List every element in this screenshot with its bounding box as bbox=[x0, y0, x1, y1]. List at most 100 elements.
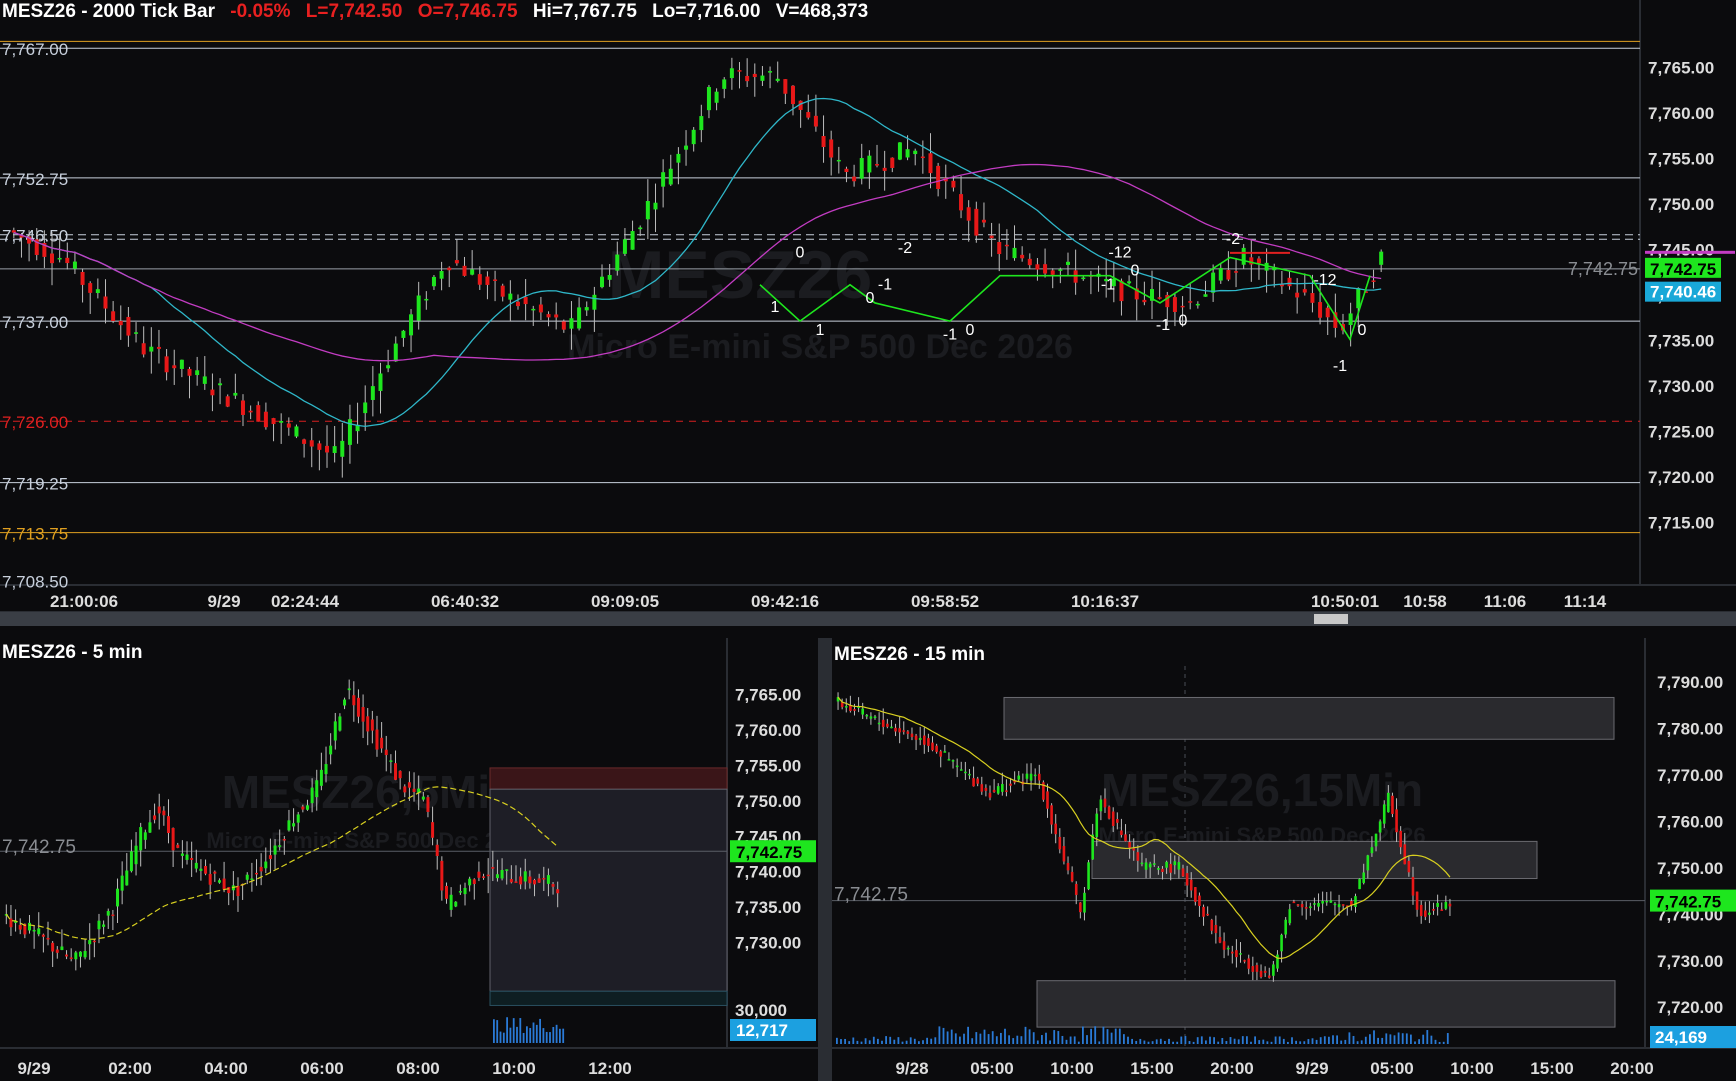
volume-bar bbox=[836, 1037, 838, 1044]
volume-bar bbox=[1381, 1037, 1384, 1044]
volume-bar bbox=[509, 1027, 512, 1043]
main-chart-panel[interactable]: MESZ26 Micro E-mini S&P 500 Dec 2026 7,767… bbox=[0, 0, 1736, 612]
volume-bar bbox=[1262, 1039, 1265, 1044]
price-candle bbox=[240, 400, 245, 415]
volume-bar bbox=[1348, 1032, 1351, 1044]
price-candle bbox=[508, 293, 513, 300]
price-candle bbox=[440, 860, 444, 891]
fifteen-min-chart-panel[interactable]: MESZ26,15Min Micro E-mini S&P 500 Dec 202… bbox=[832, 638, 1736, 1081]
volume-bar bbox=[532, 1022, 535, 1043]
price-candle bbox=[83, 950, 87, 958]
main-chart-canvas[interactable]: MESZ26Micro E-mini S&P 500 Dec 20267,767… bbox=[0, 0, 1736, 612]
price-candle bbox=[1099, 799, 1103, 812]
price-candle bbox=[65, 257, 70, 264]
price-candle bbox=[1218, 267, 1223, 281]
price-candle bbox=[584, 307, 589, 311]
time-tick-label: 06:40:32 bbox=[431, 592, 499, 611]
price-candle bbox=[204, 865, 208, 874]
volume-bar bbox=[1188, 1041, 1191, 1044]
volume-bar bbox=[1176, 1041, 1179, 1044]
price-candle bbox=[790, 85, 795, 105]
price-candle bbox=[1185, 873, 1189, 886]
price-candle bbox=[449, 894, 453, 910]
price-candle bbox=[1411, 876, 1415, 896]
price-candle bbox=[273, 845, 277, 855]
price-candle bbox=[1302, 289, 1307, 293]
price-candle bbox=[668, 168, 673, 185]
price-candle bbox=[959, 194, 964, 211]
five-min-chart-canvas[interactable]: MESZ26,5Min Micro E-mini S&P 500 Dec 2026… bbox=[0, 638, 818, 1081]
volume-bar bbox=[905, 1040, 908, 1044]
price-candle bbox=[996, 786, 1000, 794]
price-candle bbox=[141, 343, 146, 355]
price-candle bbox=[569, 318, 574, 329]
volume-bar bbox=[1135, 1040, 1138, 1044]
price-tick-label: 7,730.00 bbox=[1648, 377, 1714, 396]
swing-annotation: -1 bbox=[1333, 358, 1347, 375]
price-candle bbox=[1251, 966, 1255, 972]
price-candle bbox=[861, 708, 864, 715]
price-candle bbox=[1440, 909, 1444, 911]
volume-bar bbox=[1082, 1026, 1084, 1044]
level-label: 7,752.75 bbox=[2, 170, 68, 189]
price-candle bbox=[500, 870, 504, 879]
price-candle bbox=[955, 765, 959, 768]
price-candle bbox=[592, 294, 597, 310]
volume-bar bbox=[881, 1040, 883, 1044]
volume-bar bbox=[1434, 1039, 1437, 1044]
price-candle bbox=[939, 751, 943, 757]
price-candle bbox=[46, 937, 50, 940]
price-tick-label: 7,725.00 bbox=[1648, 422, 1714, 441]
swing-annotation: -1 bbox=[1156, 317, 1170, 334]
price-candle bbox=[1177, 862, 1181, 870]
volume-bar bbox=[1090, 1028, 1092, 1044]
volume-bar bbox=[918, 1041, 920, 1044]
price-candle bbox=[134, 332, 139, 334]
volume-bar bbox=[1332, 1035, 1334, 1044]
panel-divider[interactable] bbox=[0, 612, 1736, 626]
volume-bar bbox=[1041, 1035, 1043, 1044]
volume-bar bbox=[983, 1029, 986, 1044]
volume-bar bbox=[1036, 1040, 1039, 1044]
volume-bar bbox=[840, 1039, 842, 1044]
price-candle bbox=[600, 276, 605, 288]
time-tick-label: 05:00 bbox=[970, 1059, 1013, 1078]
volume-bar bbox=[1323, 1036, 1326, 1044]
price-candle bbox=[176, 844, 180, 848]
time-tick-label: 9/29 bbox=[207, 592, 240, 611]
price-candle bbox=[959, 769, 963, 771]
volume-bar bbox=[1303, 1041, 1306, 1044]
price-candle bbox=[363, 402, 368, 414]
price-candle bbox=[78, 951, 82, 957]
vertical-divider[interactable] bbox=[818, 638, 832, 1081]
price-candle bbox=[906, 731, 910, 734]
volume-bar bbox=[1241, 1036, 1244, 1044]
price-candle bbox=[898, 728, 901, 733]
price-candle bbox=[462, 265, 467, 276]
price-candle bbox=[424, 298, 429, 301]
price-candle bbox=[1222, 941, 1226, 950]
price-candle bbox=[227, 887, 231, 894]
price-candle bbox=[426, 797, 430, 812]
sma-marker bbox=[1645, 250, 1735, 254]
fifteen-min-chart-canvas[interactable]: MESZ26,15MinMicro E-mini S&P 500 Dec 202… bbox=[832, 638, 1736, 1081]
volume-bar bbox=[1139, 1038, 1142, 1044]
volume-bar bbox=[938, 1026, 941, 1044]
price-candle bbox=[1091, 834, 1094, 860]
price-candle bbox=[407, 782, 411, 788]
price-candle bbox=[1180, 305, 1185, 308]
volume-bar bbox=[1438, 1041, 1441, 1044]
volume-bar bbox=[1123, 1034, 1125, 1044]
price-candle bbox=[1255, 965, 1259, 972]
price-tick-label: 7,765.00 bbox=[1648, 58, 1714, 77]
price-candle bbox=[1448, 903, 1452, 907]
volume-bar bbox=[1352, 1035, 1355, 1044]
swing-annotation: 1 bbox=[816, 322, 825, 339]
price-tick-label: 7,735.00 bbox=[1648, 331, 1714, 350]
five-min-chart-panel[interactable]: MESZ26,5Min Micro E-mini S&P 500 Dec 2026… bbox=[0, 638, 818, 1081]
price-candle bbox=[287, 820, 291, 831]
scrollbar-thumb[interactable] bbox=[1314, 614, 1348, 624]
price-candle bbox=[630, 231, 635, 250]
volume-bar bbox=[1287, 1041, 1289, 1044]
price-candle bbox=[1230, 951, 1234, 954]
